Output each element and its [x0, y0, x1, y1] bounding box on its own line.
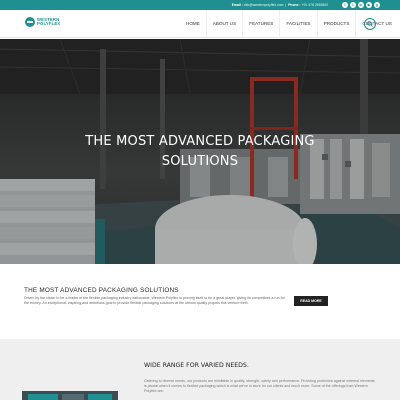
linkedin-icon[interactable]: in	[358, 2, 364, 8]
nav-contact-us[interactable]: CONTACT US	[355, 10, 397, 38]
twitter-icon[interactable]: t	[350, 2, 356, 8]
site-logo[interactable]: WESTERN POLYFLEX	[25, 17, 60, 27]
logo-line-2: POLYFLEX	[37, 21, 61, 26]
social-links: f t in ▶ g	[342, 2, 380, 8]
read-more-button[interactable]: READ MORE	[294, 296, 328, 306]
email-label: Email :	[231, 3, 243, 7]
range-text: Catering to diverse needs, our products …	[144, 379, 375, 393]
intro-text: Driven by the vision to be a leader in t…	[24, 296, 285, 305]
nav-facilities[interactable]: FACILITIES	[279, 10, 316, 38]
range-title: WIDE RANGE FOR VARIED NEEDS.	[144, 362, 249, 369]
contact-info: Email : info@westernpolyflex.com | Phone…	[231, 3, 329, 7]
range-section: WIDE RANGE FOR VARIED NEEDS. Catering to…	[0, 339, 400, 400]
product-machine-image	[22, 391, 118, 400]
search-icon	[367, 21, 373, 27]
nav-features[interactable]: FEATURES	[242, 10, 279, 38]
email-link[interactable]: info@westernpolyflex.com	[244, 3, 284, 7]
nav-about-us[interactable]: ABOUT US	[205, 10, 242, 38]
hero-title: THE MOST ADVANCED PACKAGING SOLUTIONS	[85, 134, 315, 169]
hero-banner: THE MOST ADVANCED PACKAGING SOLUTIONS	[0, 39, 400, 264]
facebook-icon[interactable]: f	[342, 2, 348, 8]
intro-title: THE MOST ADVANCED PACKAGING SOLUTIONS	[24, 287, 179, 294]
google-plus-icon[interactable]: g	[374, 2, 380, 8]
top-bar: Email : info@westernpolyflex.com | Phone…	[0, 0, 400, 10]
logo-text: WESTERN POLYFLEX	[37, 17, 61, 27]
youtube-icon[interactable]: ▶	[366, 2, 372, 8]
phone-label: Phone :	[288, 3, 301, 7]
nav-products[interactable]: PRODUCTS	[316, 10, 356, 38]
logo-icon	[25, 17, 35, 27]
search-button[interactable]	[364, 18, 376, 30]
phone-number[interactable]: +91 478 2553500	[302, 3, 329, 7]
site-header: WESTERN POLYFLEX HOME ABOUT US FEATURES …	[0, 10, 400, 38]
nav-home[interactable]: HOME	[180, 10, 206, 38]
